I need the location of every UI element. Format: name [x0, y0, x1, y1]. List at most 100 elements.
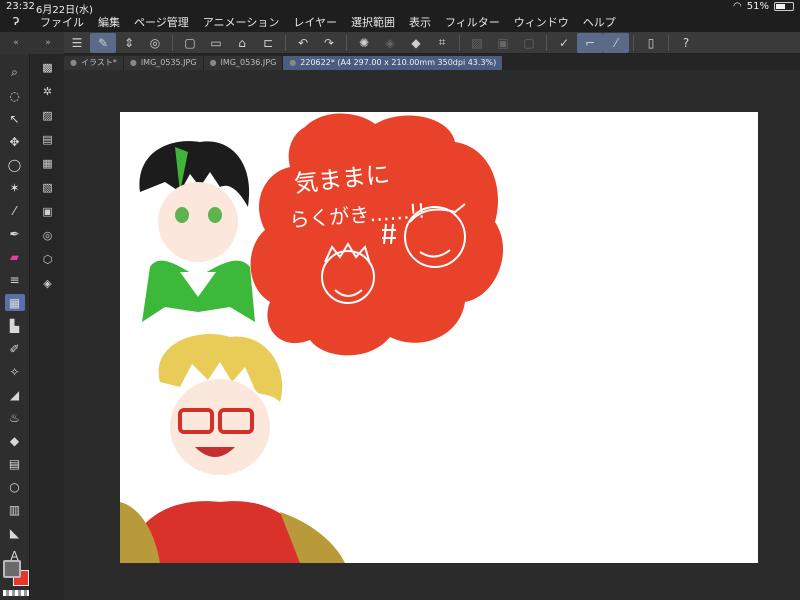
layer-ops-icon[interactable]: ◈: [377, 33, 403, 53]
tab-close-icon[interactable]: ●: [210, 58, 217, 67]
disabled-tool-2-icon[interactable]: ▣: [490, 33, 516, 53]
menu-page[interactable]: ページ管理: [134, 14, 189, 30]
left-panel-header: « »: [0, 32, 64, 54]
collapse-left-icon[interactable]: «: [13, 38, 19, 48]
decoration-icon[interactable]: ▙: [5, 317, 25, 334]
canvas-workspace[interactable]: 気ままに らくがき‥‥‥!!: [64, 70, 800, 600]
tab-label: イラスト*: [80, 58, 117, 67]
status-time: 23:32: [6, 1, 35, 12]
separator: [285, 34, 286, 51]
subtool-9-icon[interactable]: ⬡: [39, 250, 57, 268]
subtool-7-icon[interactable]: ▣: [39, 202, 57, 220]
help-icon[interactable]: ?: [673, 33, 699, 53]
move-icon[interactable]: ✥: [5, 133, 25, 150]
character1-eye-right: [208, 207, 222, 223]
menu-layer[interactable]: レイヤー: [293, 14, 337, 30]
subtool-8-icon[interactable]: ◎: [39, 226, 57, 244]
collapse-right-icon[interactable]: »: [45, 38, 51, 48]
airbrush-icon[interactable]: ▦: [4, 294, 25, 311]
undo-icon[interactable]: ↶: [290, 33, 316, 53]
new-file-icon[interactable]: ▢: [177, 33, 203, 53]
pencil-icon[interactable]: ▰: [5, 248, 25, 265]
pen-check-icon[interactable]: ✓: [551, 33, 577, 53]
menu-file[interactable]: ファイル: [40, 14, 84, 30]
gesture-icon[interactable]: ◎: [142, 33, 168, 53]
save-icon[interactable]: ⌂: [229, 33, 255, 53]
menu-edit[interactable]: 編集: [98, 14, 120, 30]
subtool-3-icon[interactable]: ▨: [39, 106, 57, 124]
fill-icon[interactable]: ◆: [403, 33, 429, 53]
tab-label: IMG_0535.JPG: [140, 58, 197, 67]
app-logo-icon[interactable]: ɂ: [8, 13, 24, 29]
menu-selection[interactable]: 選択範囲: [351, 14, 395, 30]
command-bar: ☰ ✎ ⇕ ◎ ▢ ▭ ⌂ ⊏ ↶ ↷ ✺ ◈ ◆ ⌗ ▨ ▣ ▢ ✓ ⌐ ⁄ …: [64, 32, 800, 54]
tab-img0535[interactable]: ● IMG_0535.JPG: [123, 56, 204, 70]
lasso-icon[interactable]: ◯: [5, 156, 25, 173]
separator: [633, 34, 634, 51]
menu-window[interactable]: ウィンドウ: [514, 14, 569, 30]
illustration: 気ままに らくがき‥‥‥!!: [120, 113, 504, 563]
subtool-1-icon[interactable]: ▩: [39, 58, 57, 76]
tab-220622[interactable]: ● 220622* (A4 297.00 x 210.00mm 350dpi 43…: [283, 56, 504, 70]
tab-illust[interactable]: ● イラスト*: [64, 56, 124, 70]
menu-filter[interactable]: フィルター: [445, 14, 500, 30]
separator: [668, 34, 669, 51]
updown-icon[interactable]: ⇕: [116, 33, 142, 53]
sparkle-icon[interactable]: ✧: [5, 363, 25, 380]
tool-palette: ⌕ ◌ ↖ ✥ ◯ ✶ ⁄ ✒ ▰ ≡ ▦ ▙ ✐ ✧ ◢ ♨ ◆ ▤ ○ ▥ …: [0, 54, 30, 600]
main-color-swatch[interactable]: [3, 560, 21, 578]
operation-icon[interactable]: ↖: [5, 110, 25, 127]
gradient-icon[interactable]: ▤: [5, 455, 25, 472]
export-icon[interactable]: ⊏: [255, 33, 281, 53]
brush-stroke-2-icon[interactable]: ⁄: [603, 32, 629, 53]
disabled-tool-3-icon[interactable]: ▢: [516, 33, 542, 53]
open-folder-icon[interactable]: ▭: [203, 33, 229, 53]
menu-animation[interactable]: アニメーション: [203, 14, 280, 30]
menu-help[interactable]: ヘルプ: [583, 14, 616, 30]
disabled-tool-1-icon[interactable]: ▨: [464, 33, 490, 53]
lasso-dots-icon[interactable]: ◌: [5, 87, 25, 104]
subtool-4-icon[interactable]: ▤: [39, 130, 57, 148]
tab-close-icon[interactable]: ●: [289, 58, 296, 67]
menu-view[interactable]: 表示: [409, 14, 431, 30]
subtool-5-icon[interactable]: ▦: [39, 154, 57, 172]
ruler-icon[interactable]: ◣: [5, 524, 25, 541]
transparent-color-swatch[interactable]: [3, 590, 29, 596]
redo-icon[interactable]: ↷: [316, 33, 342, 53]
edit-mode-icon[interactable]: ✎: [90, 32, 116, 53]
subtool-6-icon[interactable]: ▧: [39, 178, 57, 196]
device-icon[interactable]: ▯: [638, 33, 664, 53]
blend-icon[interactable]: ♨: [5, 409, 25, 426]
brush-stroke-icon[interactable]: ⌐: [577, 32, 603, 53]
fill-bucket-icon[interactable]: ◆: [5, 432, 25, 449]
loading-icon[interactable]: ✺: [351, 33, 377, 53]
character1-face: [158, 182, 238, 262]
blend-pen-icon[interactable]: ✐: [5, 340, 25, 357]
wifi-icon: ◠: [733, 1, 742, 12]
battery-icon: [774, 2, 794, 11]
tab-close-icon[interactable]: ●: [70, 58, 77, 67]
layers-icon[interactable]: ◈: [39, 274, 57, 292]
magic-wand-icon[interactable]: ✶: [5, 179, 25, 196]
eyedropper-icon[interactable]: ⁄: [5, 202, 25, 219]
zoom-icon[interactable]: ⌕: [5, 64, 25, 81]
separator: [459, 34, 460, 51]
tab-label: IMG_0536.JPG: [220, 58, 277, 67]
crop-icon[interactable]: ⌗: [429, 33, 455, 53]
brush-icon[interactable]: ≡: [5, 271, 25, 288]
menu-bar: ファイル 編集 ページ管理 アニメーション レイヤー 選択範囲 表示 フィルター…: [40, 14, 616, 30]
color-indicator[interactable]: [1, 560, 31, 596]
drawing-canvas[interactable]: 気ままに らくがき‥‥‥!!: [120, 112, 758, 563]
menu-icon[interactable]: ☰: [64, 33, 90, 53]
battery-percent: 51%: [746, 1, 769, 12]
top-bar: 23:32 6月22日(水) ◠ 51% ɂ ファイル 編集 ページ管理 アニメ…: [0, 0, 800, 32]
frame-icon[interactable]: ▥: [5, 501, 25, 518]
separator: [172, 34, 173, 51]
shape-icon[interactable]: ○: [5, 478, 25, 495]
eraser-icon[interactable]: ◢: [5, 386, 25, 403]
tab-close-icon[interactable]: ●: [130, 58, 137, 67]
pen-icon[interactable]: ✒: [5, 225, 25, 242]
tab-img0536[interactable]: ● IMG_0536.JPG: [203, 56, 284, 70]
subtool-2-icon[interactable]: ✲: [39, 82, 57, 100]
status-right: ◠ 51%: [733, 1, 794, 12]
